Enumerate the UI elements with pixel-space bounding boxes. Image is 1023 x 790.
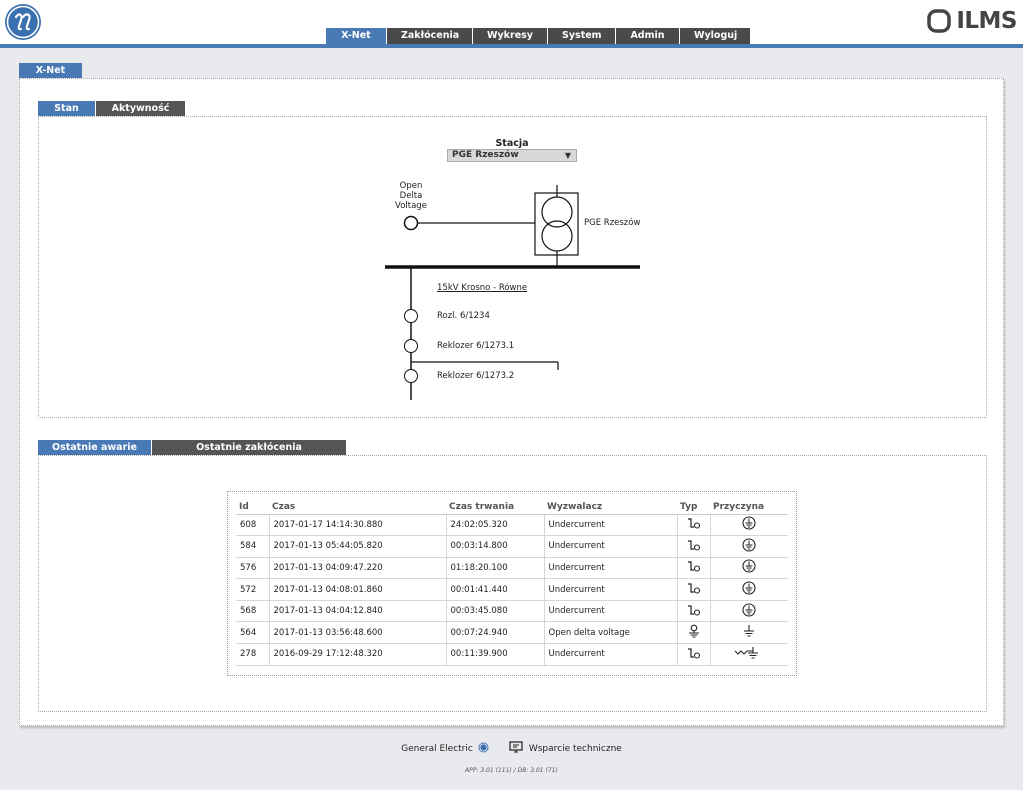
header-accent-line xyxy=(0,44,1023,48)
table-row[interactable]: 564 2017-01-13 03:56:48.600 00:07:24.940… xyxy=(236,621,788,645)
nav-tab-zaklocenia[interactable]: Zakłócenia xyxy=(387,28,472,44)
app-header: ILMS X-Net Zakłócenia Wykresy System Adm… xyxy=(0,0,1023,44)
device-label-reklozer-2[interactable]: Reklozer 6/1273.2 xyxy=(437,371,514,381)
cell-wyzwalacz: Undercurrent xyxy=(543,535,677,558)
footer-version: APP: 3.01 (111) / DB: 3.01 (71) xyxy=(465,767,558,774)
transformer-label: PGE Rzeszów xyxy=(584,218,641,228)
station-select-value: PGE Rzeszów xyxy=(452,150,519,160)
main-nav: X-Net Zakłócenia Wykresy System Admin Wy… xyxy=(326,28,751,44)
column-header-wyzwalacz[interactable]: Wyzwalacz xyxy=(544,500,677,515)
cell-id: 584 xyxy=(236,535,269,558)
cell-czas-trwania: 00:11:39.900 xyxy=(445,643,544,666)
earth-fault-cause-icon xyxy=(709,557,788,580)
cell-id: 572 xyxy=(236,578,269,601)
earth-fault-cause-icon xyxy=(709,578,788,601)
earth-fault-cause-icon xyxy=(709,514,788,537)
ge-logo-icon[interactable] xyxy=(4,3,42,44)
nav-tab-system[interactable]: System xyxy=(548,28,615,44)
cell-id: 568 xyxy=(236,600,269,623)
footer-support-label: Wsparcie techniczne xyxy=(528,743,622,754)
intermittent-ground-cause-icon xyxy=(709,643,788,666)
device-label-reklozer-1[interactable]: Reklozer 6/1273.1 xyxy=(437,341,514,351)
cell-wyzwalacz: Undercurrent xyxy=(543,578,677,601)
cell-wyzwalacz: Undercurrent xyxy=(543,600,677,623)
open-delta-type-icon xyxy=(676,621,710,645)
earth-fault-cause-icon xyxy=(709,600,788,623)
cell-wyzwalacz: Undercurrent xyxy=(543,514,677,537)
cell-czas-trwania: 24:02:05.320 xyxy=(445,514,544,537)
cell-czas-trwania: 00:03:45.080 xyxy=(445,600,544,623)
undercurrent-type-icon xyxy=(676,600,710,623)
cell-czas: 2017-01-13 04:09:47.220 xyxy=(268,557,446,580)
table-row[interactable]: 568 2017-01-13 04:04:12.840 00:03:45.080… xyxy=(236,600,788,623)
cell-id: 278 xyxy=(236,643,269,666)
device-node-reklozer-2[interactable] xyxy=(404,369,418,383)
cell-czas: 2017-01-17 14:14:30.880 xyxy=(268,514,446,537)
table-row[interactable]: 576 2017-01-13 04:09:47.220 01:18:20.100… xyxy=(236,557,788,580)
tab-ostatnie-awarie[interactable]: Ostatnie awarie xyxy=(38,440,151,455)
column-header-czas-trwania[interactable]: Czas trwania xyxy=(446,500,544,515)
cell-czas: 2017-01-13 04:08:01.860 xyxy=(268,578,446,601)
ilms-mark-icon xyxy=(927,9,952,33)
cell-czas: 2017-01-13 03:56:48.600 xyxy=(268,621,446,645)
ilms-logo-text: ILMS xyxy=(956,8,1017,34)
device-node-reklozer-1[interactable] xyxy=(404,339,418,353)
support-monitor-icon xyxy=(509,741,523,756)
table-row[interactable]: 608 2017-01-17 14:14:30.880 24:02:05.320… xyxy=(236,514,788,537)
earth-fault-cause-icon xyxy=(709,535,788,558)
nav-tab-wyloguj[interactable]: Wyloguj xyxy=(680,28,750,44)
cell-czas-trwania: 01:18:20.100 xyxy=(445,557,544,580)
cell-czas-trwania: 00:01:41.440 xyxy=(445,578,544,601)
nav-tab-wykresy[interactable]: Wykresy xyxy=(473,28,547,44)
cell-czas-trwania: 00:07:24.940 xyxy=(445,621,544,645)
tab-ostatnie-zaklocenia[interactable]: Ostatnie zakłócenia przejściowe xyxy=(152,440,346,468)
cell-czas: 2017-01-13 05:44:05.820 xyxy=(268,535,446,558)
column-header-id[interactable]: Id xyxy=(236,500,269,515)
feeder-link[interactable]: 15kV Krosno - Równe xyxy=(437,283,527,293)
table-row[interactable]: 584 2017-01-13 05:44:05.820 00:03:14.800… xyxy=(236,535,788,558)
ilms-logo: ILMS xyxy=(927,8,1017,34)
footer-company-label: General Electric xyxy=(401,743,473,754)
cell-wyzwalacz: Undercurrent xyxy=(543,557,677,580)
column-header-czas[interactable]: Czas xyxy=(269,500,446,515)
cell-id: 608 xyxy=(236,514,269,537)
tab-stan[interactable]: Stan xyxy=(38,101,95,116)
cell-czas: 2017-01-13 04:04:12.840 xyxy=(268,600,446,623)
cell-id: 564 xyxy=(236,621,269,645)
undercurrent-type-icon xyxy=(676,557,710,580)
device-label-rozl[interactable]: Rozl. 6/1234 xyxy=(437,311,490,321)
footer-company-link[interactable]: General Electric xyxy=(401,742,489,756)
nav-tab-xnet[interactable]: X-Net xyxy=(326,28,386,44)
chevron-down-icon: ▼ xyxy=(564,151,571,160)
table-header-row: Id Czas Czas trwania Wyzwalacz Typ Przyc… xyxy=(236,500,788,515)
cell-wyzwalacz: Undercurrent xyxy=(543,643,677,666)
ground-cause-icon xyxy=(709,621,788,645)
nav-tab-admin[interactable]: Admin xyxy=(616,28,679,44)
tab-aktywnosc[interactable]: Aktywność xyxy=(96,101,185,116)
cell-wyzwalacz: Open delta voltage xyxy=(543,621,677,645)
station-label: Stacja xyxy=(495,138,529,149)
column-header-przyczyna[interactable]: Przyczyna xyxy=(710,500,788,515)
open-delta-label: Open Delta Voltage xyxy=(395,181,427,211)
ge-small-icon xyxy=(478,742,489,756)
undercurrent-type-icon xyxy=(676,643,710,666)
table-row[interactable]: 278 2016-09-29 17:12:48.320 00:11:39.900… xyxy=(236,643,788,666)
cell-id: 576 xyxy=(236,557,269,580)
undercurrent-type-icon xyxy=(676,514,710,537)
undercurrent-type-icon xyxy=(676,535,710,558)
section-tab-xnet[interactable]: X-Net xyxy=(19,63,82,78)
events-table: Id Czas Czas trwania Wyzwalacz Typ Przyc… xyxy=(236,500,788,666)
station-select[interactable]: PGE Rzeszów ▼ xyxy=(447,149,577,162)
table-row[interactable]: 572 2017-01-13 04:08:01.860 00:01:41.440… xyxy=(236,578,788,601)
column-header-typ[interactable]: Typ xyxy=(677,500,710,515)
cell-czas-trwania: 00:03:14.800 xyxy=(445,535,544,558)
footer: General Electric Wsparcie techniczne xyxy=(0,741,1023,756)
device-node-rozl[interactable] xyxy=(404,309,418,323)
undercurrent-type-icon xyxy=(676,578,710,601)
cell-czas: 2016-09-29 17:12:48.320 xyxy=(268,643,446,666)
footer-support-link[interactable]: Wsparcie techniczne xyxy=(509,741,622,756)
